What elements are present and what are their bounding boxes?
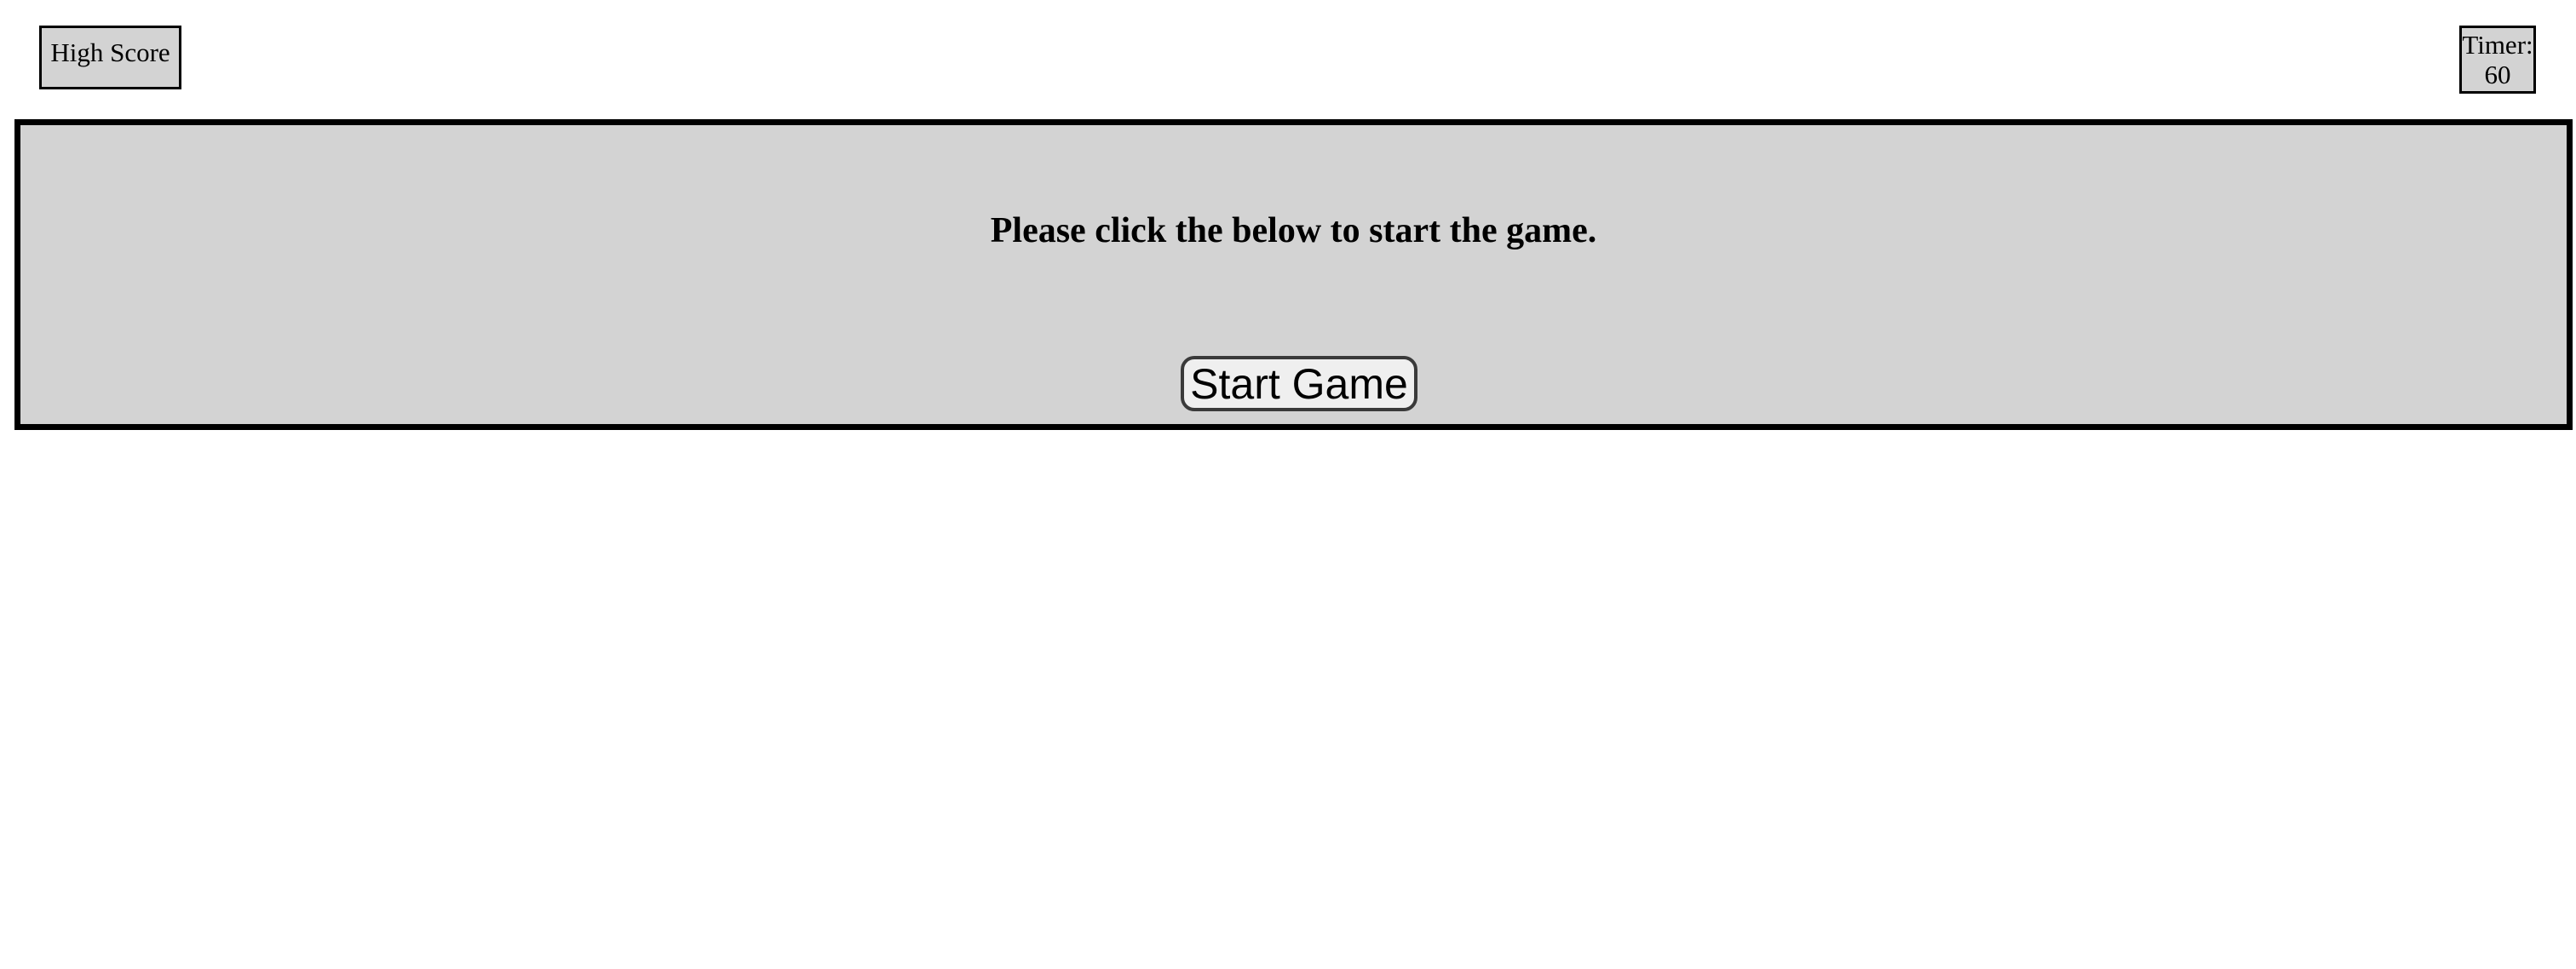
timer-box: Timer: 60 bbox=[2459, 26, 2536, 94]
high-score-button[interactable]: High Score bbox=[39, 26, 181, 89]
timer-value: 60 bbox=[2484, 60, 2511, 89]
game-page: High Score Timer: 60 Please click the be… bbox=[0, 0, 2576, 969]
start-game-button[interactable]: Start Game bbox=[1181, 356, 1417, 411]
timer-label: Timer: bbox=[2462, 30, 2533, 60]
game-panel: Please click the below to start the game… bbox=[14, 119, 2573, 430]
start-instruction-text: Please click the below to start the game… bbox=[990, 211, 1597, 250]
